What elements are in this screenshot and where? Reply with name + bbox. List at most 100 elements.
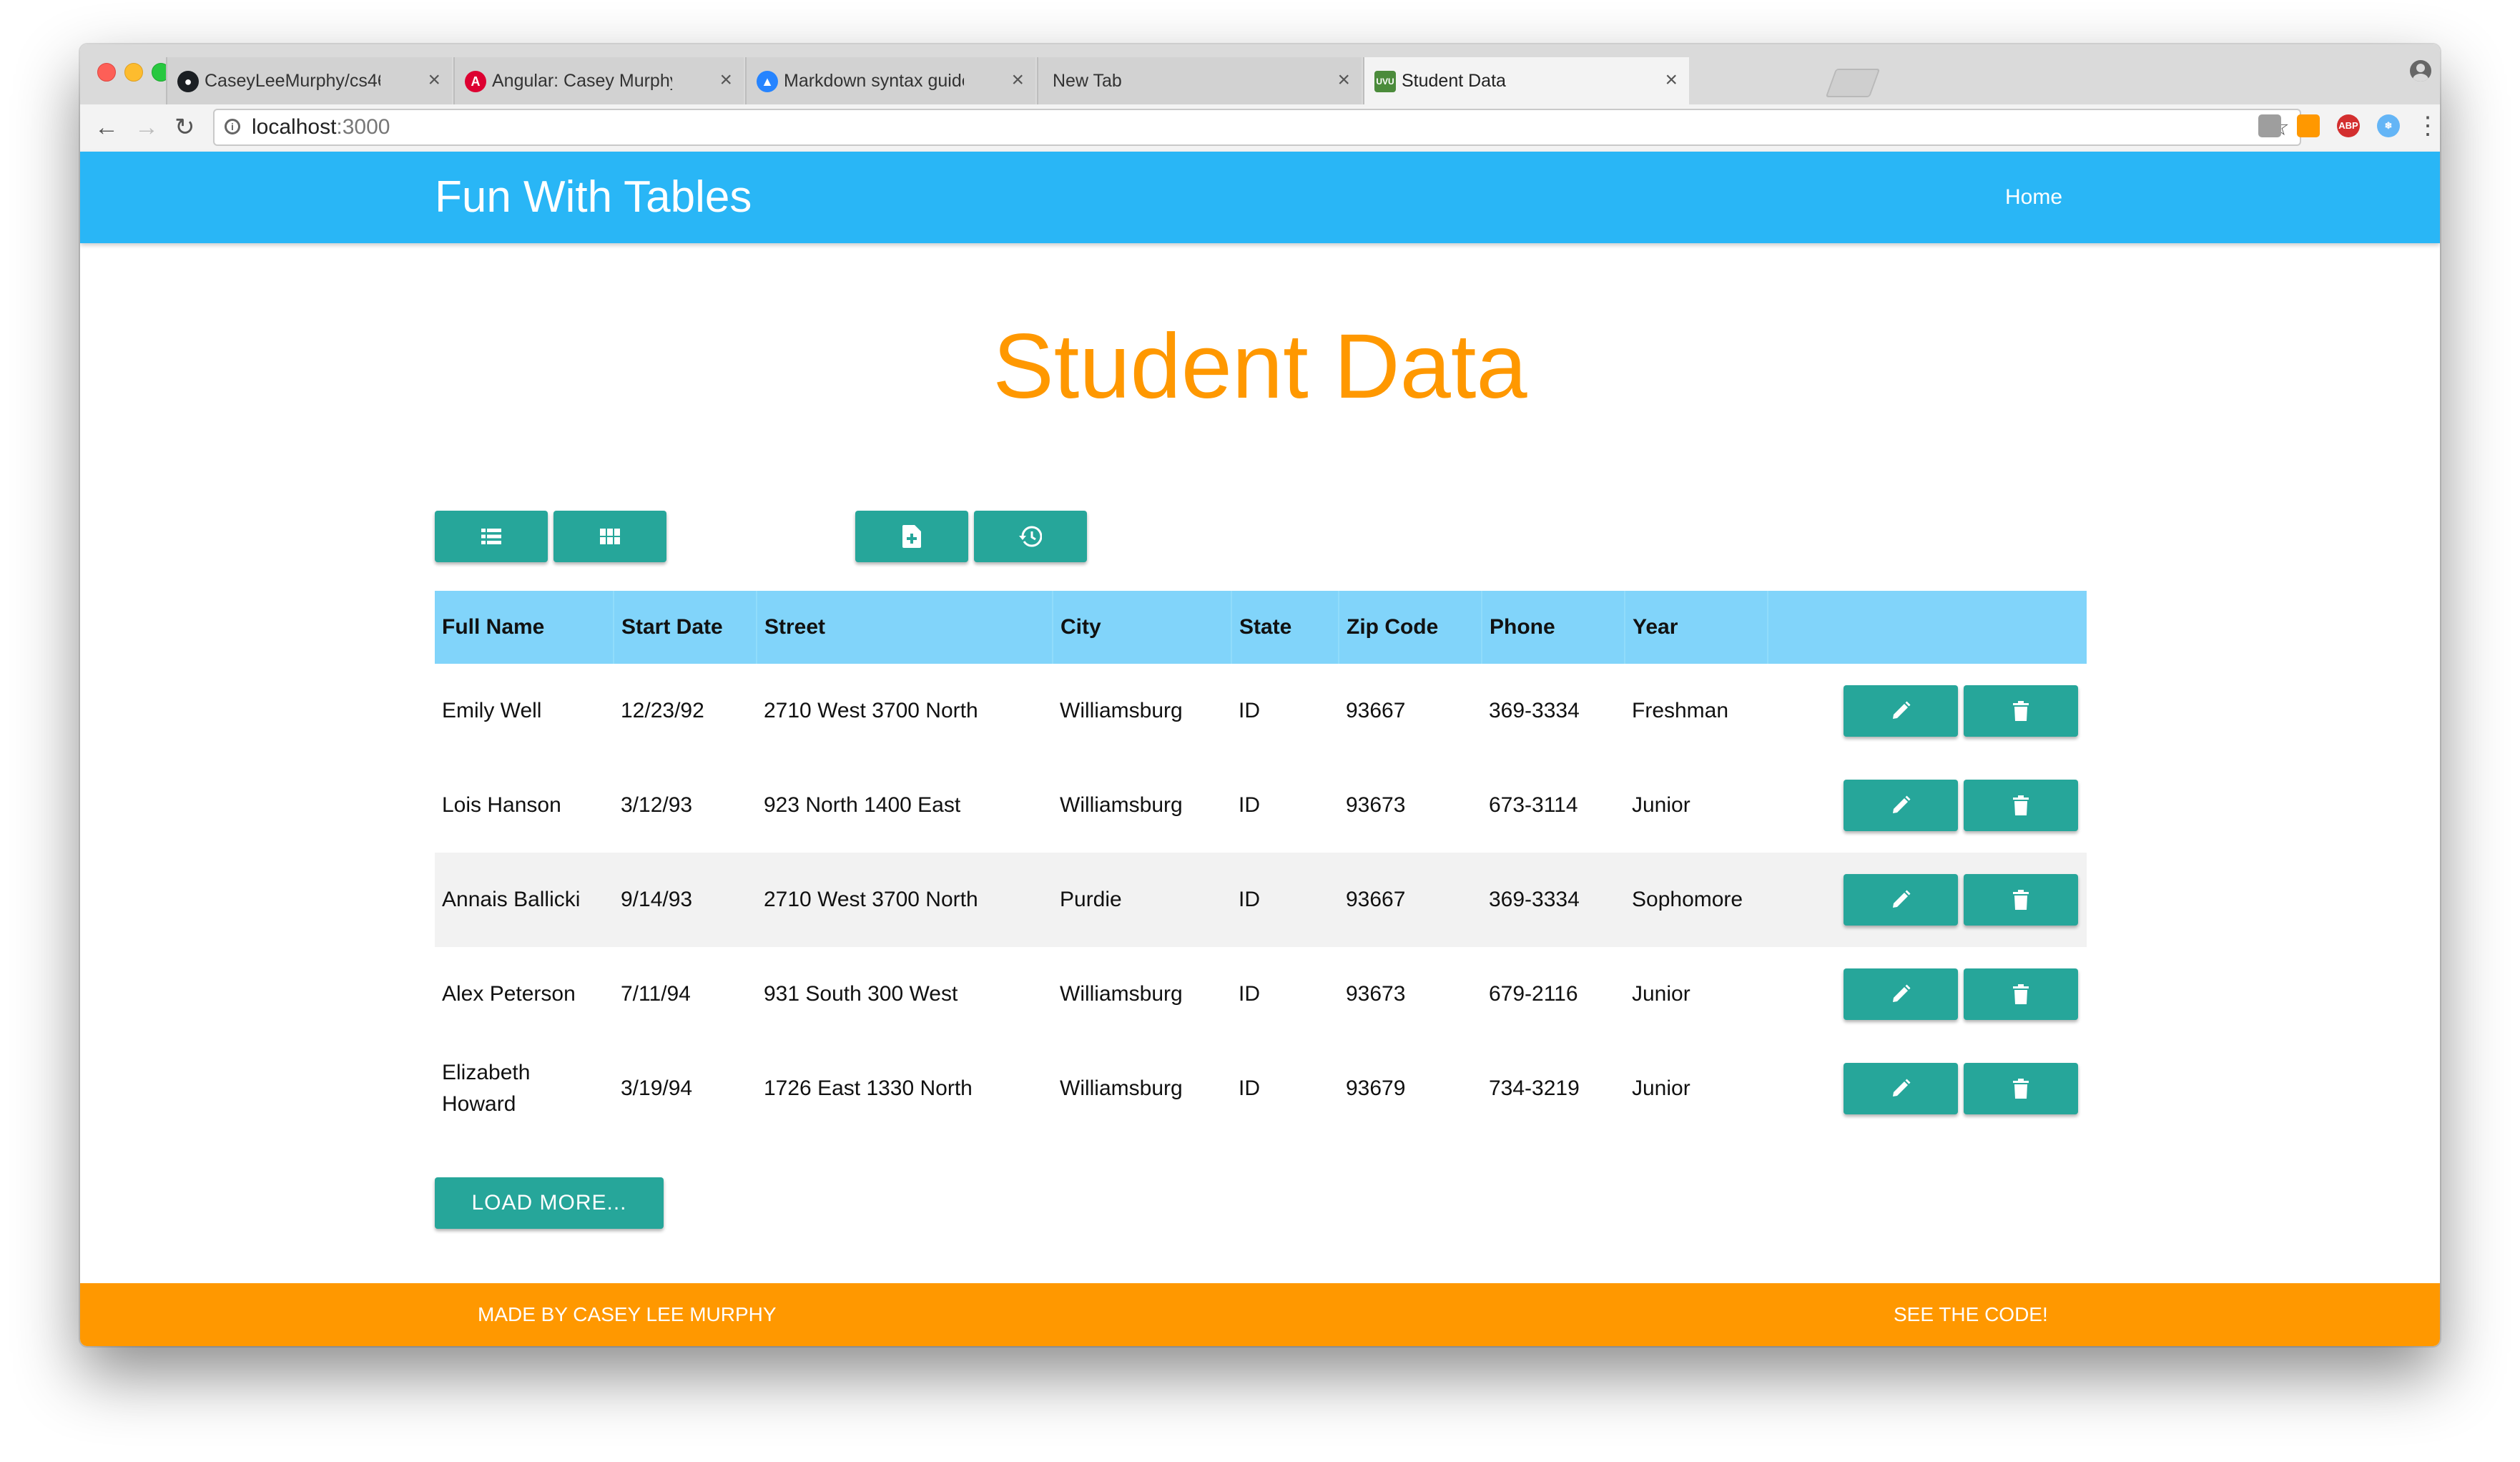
table-cell: 931 South 300 West xyxy=(764,982,958,1006)
table-cell: ID xyxy=(1239,1076,1260,1100)
close-icon[interactable]: × xyxy=(1665,57,1678,103)
table-header-row: Full Name Start Date Street City State Z… xyxy=(435,591,2087,664)
column-header[interactable]: Phone xyxy=(1482,591,1625,664)
delete-button[interactable] xyxy=(1964,780,2078,831)
column-header[interactable]: City xyxy=(1053,591,1232,664)
table-cell: 2710 West 3700 North xyxy=(764,699,978,722)
column-header[interactable]: State xyxy=(1231,591,1339,664)
atlassian-icon: ▲ xyxy=(757,71,778,92)
brand-title[interactable]: Fun With Tables xyxy=(435,152,752,243)
table-cell: 1726 East 1330 North xyxy=(764,1076,973,1100)
browser-menu-icon[interactable]: ⋮ xyxy=(2416,109,2440,143)
pocket-extension-icon[interactable] xyxy=(2258,114,2281,137)
back-arrow-icon[interactable]: ← xyxy=(94,112,119,143)
table-cell: Purdie xyxy=(1053,853,1231,947)
edit-button[interactable] xyxy=(1844,685,1958,737)
footer-credit-link[interactable]: MADE BY CASEY LEE MURPHY xyxy=(478,1283,777,1346)
browser-toolbar: ← → ↻ i localhost:3000 ☆ ⋮ ABP ❄ xyxy=(80,104,2440,153)
table-cell: Williamsburg xyxy=(1060,1076,1183,1100)
tab-new-tab[interactable]: New Tab × xyxy=(1037,57,1362,104)
table-cell: Williamsburg xyxy=(1060,982,1183,1006)
close-icon[interactable]: × xyxy=(428,57,440,103)
column-header[interactable]: Street xyxy=(757,591,1053,664)
adblock-extension-icon[interactable]: ABP xyxy=(2337,114,2360,137)
table-cell: ID xyxy=(1239,699,1260,722)
tab-angular[interactable]: A Angular: Casey Murphy × xyxy=(453,57,744,104)
close-icon[interactable]: × xyxy=(719,57,732,103)
column-header[interactable]: Zip Code xyxy=(1339,591,1482,664)
trash-icon xyxy=(2013,701,2029,721)
see-code-link[interactable]: SEE THE CODE! xyxy=(1894,1283,2048,1346)
column-header[interactable]: Start Date xyxy=(614,591,757,664)
table-cell: 679-2116 xyxy=(1489,982,1578,1006)
table-cell: ID xyxy=(1231,853,1339,947)
tab-title: Angular: Casey Murphy xyxy=(492,71,672,91)
trash-icon xyxy=(2013,984,2029,1004)
edit-button[interactable] xyxy=(1844,874,1958,926)
column-header[interactable]: Full Name xyxy=(435,591,614,664)
table-row: Annais Ballicki 9/14/93 2710 West 3700 Nor… xyxy=(435,853,2087,947)
table-cell: 3/12/93 xyxy=(621,793,693,817)
edit-button[interactable] xyxy=(1844,1063,1958,1114)
pencil-icon xyxy=(1893,890,1911,908)
table-cell: 12/23/92 xyxy=(621,699,704,722)
rss-extension-icon[interactable] xyxy=(2297,114,2320,137)
forward-arrow-icon[interactable]: → xyxy=(134,112,159,143)
delete-button[interactable] xyxy=(1964,968,2078,1020)
row-actions xyxy=(1768,758,2087,853)
tab-student-data[interactable]: UVU Student Data × xyxy=(1363,57,1689,104)
new-tab-button[interactable] xyxy=(1825,69,1881,97)
browser-window: ● CaseyLeeMurphy/cs4690: Rep × A Angular… xyxy=(80,44,2440,1346)
edit-button[interactable] xyxy=(1844,968,1958,1020)
tab-github[interactable]: ● CaseyLeeMurphy/cs4690: Rep × xyxy=(166,57,452,104)
table-row: Alex Peterson 7/11/94 931 South 300 West Wi… xyxy=(435,947,2087,1041)
pencil-icon xyxy=(1893,795,1911,813)
load-more-button[interactable]: LOAD MORE... xyxy=(435,1177,664,1229)
delete-button[interactable] xyxy=(1964,874,2078,926)
row-actions xyxy=(1768,947,2087,1041)
table-cell: 93673 xyxy=(1346,982,1406,1006)
table-cell: 7/11/94 xyxy=(621,982,691,1006)
delete-button[interactable] xyxy=(1964,1063,2078,1114)
table-cell: Elizabeth Howard xyxy=(442,1061,531,1116)
table-cell: 93667 xyxy=(1346,699,1406,722)
column-header[interactable]: Year xyxy=(1625,591,1768,664)
table-cell: 2710 West 3700 North xyxy=(757,853,1053,947)
profile-icon[interactable] xyxy=(2410,60,2431,82)
edit-button[interactable] xyxy=(1844,780,1958,831)
delete-button[interactable] xyxy=(1964,685,2078,737)
table-body: Emily Well 12/23/92 2710 West 3700 North Wi… xyxy=(435,664,2087,1136)
list-icon xyxy=(481,529,501,544)
close-window-button[interactable] xyxy=(97,63,116,82)
history-button[interactable] xyxy=(974,511,1087,562)
add-record-button[interactable] xyxy=(855,511,968,562)
grid-view-button[interactable] xyxy=(553,511,666,562)
app-bar: Fun With Tables Home xyxy=(80,152,2440,243)
column-header-actions xyxy=(1768,591,2087,664)
table-cell: 9/14/93 xyxy=(614,853,757,947)
tab-strip: ● CaseyLeeMurphy/cs4690: Rep × A Angular… xyxy=(80,44,2440,104)
tab-title: Student Data xyxy=(1402,71,1506,91)
reload-icon[interactable]: ↻ xyxy=(174,112,195,143)
url-host: localhost xyxy=(252,115,337,139)
address-bar[interactable]: i localhost:3000 ☆ xyxy=(213,109,2301,146)
table-cell: 93667 xyxy=(1339,853,1482,947)
table-row: Elizabeth Howard 3/19/94 1726 East 1330 No… xyxy=(435,1041,2087,1136)
list-view-button[interactable] xyxy=(435,511,548,562)
row-actions-group xyxy=(1768,685,2087,737)
table-row: Emily Well 12/23/92 2710 West 3700 North Wi… xyxy=(435,664,2087,758)
table-row: Lois Hanson 3/12/93 923 North 1400 East Wil… xyxy=(435,758,2087,853)
github-icon: ● xyxy=(177,71,199,92)
history-icon xyxy=(1019,526,1042,547)
minimize-window-button[interactable] xyxy=(124,63,143,82)
url-text: localhost:3000 xyxy=(252,110,390,144)
snowflake-extension-icon[interactable]: ❄ xyxy=(2377,114,2400,137)
row-actions xyxy=(1768,664,2087,758)
info-icon[interactable]: i xyxy=(225,119,240,134)
add-file-icon xyxy=(902,525,921,548)
nav-home-link[interactable]: Home xyxy=(2005,152,2062,243)
close-icon[interactable]: × xyxy=(1337,57,1350,103)
close-icon[interactable]: × xyxy=(1011,57,1024,103)
table-cell: ID xyxy=(1239,793,1260,817)
tab-markdown-guide[interactable]: ▲ Markdown syntax guide - Atlas × xyxy=(745,57,1035,104)
